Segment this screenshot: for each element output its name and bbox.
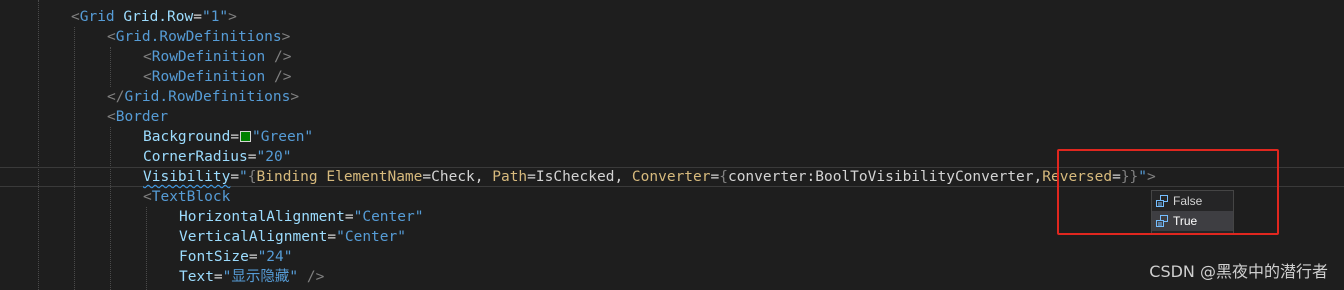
code-token: "1" [201,9,229,25]
code-token: > [228,9,237,25]
code-token: { [719,169,728,185]
code-token: Text [179,269,214,285]
code-token: Grid.Row [123,9,194,25]
annotation-highlight-box [1057,149,1279,235]
indent-guide [74,27,75,290]
code-token: RowDefinition [151,49,266,65]
code-token: < [143,49,152,65]
code-line[interactable]: </Grid.RowDefinitions> [107,87,299,107]
code-token: < [71,9,80,25]
code-token: </ [107,89,125,105]
code-token: "Center" [336,229,406,245]
code-token: = [230,129,240,145]
code-token: = [422,169,432,185]
xaml-code-editor[interactable]: <Grid Grid.Row="1"> <Grid.RowDefinitions… [0,0,1344,290]
code-token: = [247,149,257,165]
indent-guide [146,207,147,290]
code-line[interactable]: <TextBlock [143,187,230,207]
code-line[interactable]: <Grid.RowDefinitions> [107,27,290,47]
code-line[interactable]: Background= "Green" [143,127,313,147]
code-token: "24" [257,249,293,265]
code-token: Grid [79,9,115,25]
code-token: Visibility [143,169,231,185]
code-token: = [710,169,720,185]
code-token: /> [298,269,325,285]
watermark: CSDN @黑夜中的潜行者 [1149,262,1328,281]
code-token: = [230,169,240,185]
code-token: "Center" [353,209,424,225]
code-token: < [107,29,116,45]
code-line[interactable]: <Border [107,107,168,127]
code-token: Check, [431,169,493,185]
code-token: Border [115,109,169,125]
code-token: < [143,189,152,205]
code-line[interactable]: <RowDefinition /> [143,47,291,67]
code-token: Background [143,129,231,145]
code-token: Path [492,169,528,185]
code-line[interactable]: VerticalAlignment="Center" [179,227,406,247]
code-token: < [143,69,152,85]
code-token: /> [265,69,292,85]
code-token: = [213,269,223,285]
code-token: " [239,169,248,185]
code-token: CornerRadius [143,149,248,165]
code-token: Converter [631,169,711,185]
color-swatch-icon[interactable] [240,131,252,142]
code-line[interactable]: HorizontalAlignment="Center" [179,207,423,227]
code-token: FontSize [179,249,249,265]
code-token: = [327,229,337,245]
code-token: "20" [256,149,292,165]
code-token: HorizontalAlignment [179,209,345,225]
code-token: = [248,249,258,265]
code-token: /> [265,49,292,65]
code-token: > [281,29,291,45]
code-token: , [1033,169,1043,185]
code-token: = [344,209,354,225]
code-token: "显示隐藏" [222,269,299,285]
code-token: { [247,169,257,185]
code-token: RowDefinition [151,69,266,85]
code-token: Binding [256,169,318,185]
code-token: TextBlock [151,189,231,205]
code-token: VerticalAlignment [179,229,328,245]
indent-guide [110,47,111,87]
code-token: > [290,89,300,105]
code-token: < [107,109,116,125]
code-line[interactable]: <RowDefinition /> [143,67,291,87]
code-line[interactable]: FontSize="24" [179,247,293,267]
code-line[interactable]: Text="显示隐藏" /> [179,267,324,287]
code-line[interactable]: <Grid Grid.Row="1"> [71,7,237,27]
indent-guide [38,0,39,290]
code-token: = [193,9,202,25]
code-line[interactable]: Visibility="{Binding ElementName=Check, … [143,167,1156,187]
code-token: Grid.RowDefinitions [124,89,291,105]
code-line[interactable]: CornerRadius="20" [143,147,291,167]
code-token: IsChecked, [535,169,632,185]
code-token: "Green" [252,129,314,145]
indent-guide [110,127,111,290]
code-token: ElementName [326,169,423,185]
code-token: Grid.RowDefinitions [115,29,282,45]
code-token: = [527,169,536,185]
code-token: converter:BoolToVisibilityConverter [727,169,1034,185]
